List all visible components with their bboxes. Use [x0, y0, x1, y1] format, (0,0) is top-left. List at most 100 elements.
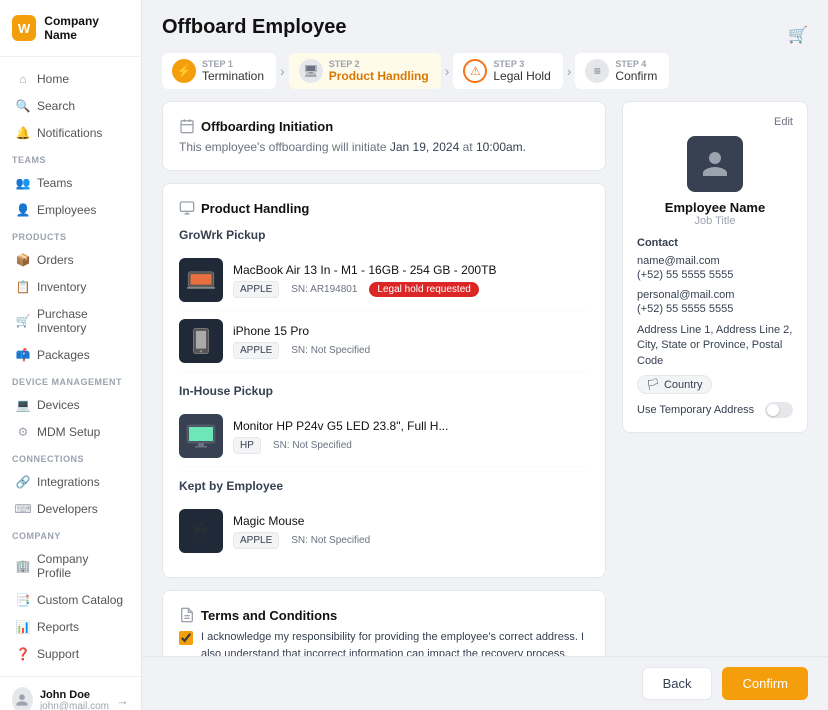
sidebar-item-label: Inventory	[37, 280, 86, 294]
sidebar-item-mdm-setup[interactable]: ⚙ MDM Setup	[4, 419, 137, 445]
secondary-phone: (+52) 55 5555 5555	[637, 303, 793, 315]
integrations-icon: 🔗	[16, 475, 30, 489]
sidebar-item-home[interactable]: ⌂ Home	[4, 66, 137, 92]
serial-tag: SN: Not Specified	[267, 438, 358, 453]
brand-tag-apple: APPLE	[233, 532, 279, 549]
flag-icon: 🏳	[646, 378, 660, 391]
sidebar-item-company-profile[interactable]: 🏢 Company Profile	[4, 546, 137, 586]
device-macbook-info: MacBook Air 13 In - M1 - 16GB - 254 GB -…	[233, 263, 589, 298]
teams-section-label: TEAMS	[0, 147, 141, 169]
kept-by-employee-title: Kept by Employee	[179, 479, 589, 493]
confirm-button[interactable]: Confirm	[722, 667, 808, 700]
offboarding-initiation-card: Offboarding Initiation This employee's o…	[162, 101, 606, 171]
step-termination-label: Termination	[202, 69, 264, 83]
sidebar-item-reports[interactable]: 📊 Reports	[4, 614, 137, 640]
serial-tag: SN: AR194801	[285, 282, 363, 297]
step-termination[interactable]: ⚡ STEP 1 Termination	[162, 53, 276, 89]
sidebar-item-employees[interactable]: 👤 Employees	[4, 197, 137, 223]
logout-icon[interactable]: →	[116, 693, 129, 708]
sidebar-item-label: Home	[37, 72, 69, 86]
step-legal-hold-label: Legal Hold	[493, 69, 550, 83]
step-termination-number: STEP 1	[202, 59, 264, 69]
sidebar-item-devices[interactable]: 💻 Devices	[4, 392, 137, 418]
iphone-image	[192, 327, 210, 355]
sidebar-item-developers[interactable]: ⌨ Developers	[4, 496, 137, 522]
bell-icon: 🔔	[16, 126, 30, 140]
edit-button[interactable]: Edit	[774, 116, 793, 128]
toggle-knob	[767, 404, 779, 416]
temp-address-row: Use Temporary Address	[637, 402, 793, 418]
product-handling-title: Product Handling	[179, 200, 589, 216]
sidebar-item-teams[interactable]: 👥 Teams	[4, 170, 137, 196]
sidebar-item-search[interactable]: 🔍 Search	[4, 93, 137, 119]
step-legal-hold-info: STEP 3 Legal Hold	[493, 59, 550, 83]
sidebar-item-custom-catalog[interactable]: 📑 Custom Catalog	[4, 587, 137, 613]
step-legal-hold[interactable]: ⚠ STEP 3 Legal Hold	[453, 53, 562, 89]
sidebar-item-label: Search	[37, 99, 75, 113]
terms-title: Terms and Conditions	[179, 607, 589, 623]
device-mouse-tags: APPLE SN: Not Specified	[233, 532, 589, 549]
device-mouse-info: Magic Mouse APPLE SN: Not Specified	[233, 514, 589, 549]
employee-avatar	[687, 136, 743, 192]
device-section-label: DEVICE MANAGEMENT	[0, 369, 141, 391]
device-iphone-info: iPhone 15 Pro APPLE SN: Not Specified	[233, 324, 589, 359]
mdm-icon: ⚙	[16, 425, 30, 439]
step-divider-2: ›	[445, 63, 450, 79]
step-confirm[interactable]: ≡ STEP 4 Confirm	[575, 53, 669, 89]
device-iphone-name: iPhone 15 Pro	[233, 324, 589, 338]
step-product-handling[interactable]: 🖥 STEP 2 Product Handling	[289, 53, 441, 89]
step-legal-hold-icon: ⚠	[463, 59, 487, 83]
main-content: Offboard Employee 🛒 ⚡ STEP 1 Termination…	[142, 0, 828, 710]
device-iphone-thumb	[179, 319, 223, 363]
terms-checkbox[interactable]	[179, 631, 193, 645]
employee-name: Employee Name	[637, 200, 793, 215]
cart-button[interactable]: 🛒	[788, 25, 808, 45]
catalog-icon: 📑	[16, 593, 30, 607]
main-panel: Offboarding Initiation This employee's o…	[162, 101, 606, 640]
device-mouse: 🖱 Magic Mouse APPLE SN: Not Specified	[179, 501, 589, 561]
primary-phone: (+52) 55 5555 5555	[637, 269, 793, 281]
device-macbook-thumb	[179, 258, 223, 302]
sidebar-item-label: Custom Catalog	[37, 593, 123, 607]
step-confirm-number: STEP 4	[615, 59, 657, 69]
products-section-label: PRODUCTS	[0, 224, 141, 246]
back-button[interactable]: Back	[642, 667, 713, 700]
step-product-handling-icon: 🖥	[299, 59, 323, 83]
connections-section-label: CONNECTIONS	[0, 446, 141, 468]
sidebar-item-notifications[interactable]: 🔔 Notifications	[4, 120, 137, 146]
contact-label: Contact	[637, 237, 793, 249]
content-area: Offboarding Initiation This employee's o…	[142, 101, 828, 656]
sidebar-item-packages[interactable]: 📫 Packages	[4, 342, 137, 368]
product-handling-card: Product Handling GroWrk Pickup MacBook	[162, 183, 606, 578]
step-confirm-label: Confirm	[615, 69, 657, 83]
sidebar-item-purchase-inventory[interactable]: 🛒 Purchase Inventory	[4, 301, 137, 341]
sidebar: W Company Name ⌂ Home 🔍 Search 🔔 Notific…	[0, 0, 142, 710]
device-monitor-tags: HP SN: Not Specified	[233, 437, 589, 454]
employee-address: Address Line 1, Address Line 2, City, St…	[637, 323, 793, 369]
device-monitor: Monitor HP P24v G5 LED 23.8", Full H... …	[179, 406, 589, 467]
employee-icon: 👤	[16, 203, 30, 217]
macbook-image	[187, 270, 215, 290]
sidebar-item-support[interactable]: ❓ Support	[4, 641, 137, 667]
sidebar-item-orders[interactable]: 📦 Orders	[4, 247, 137, 273]
temp-address-toggle[interactable]	[765, 402, 793, 418]
employee-job-title: Job Title	[637, 215, 793, 227]
company-icon: 🏢	[16, 559, 30, 573]
side-panel: Edit Employee Name Job Title Contact nam…	[622, 101, 808, 640]
sidebar-item-inventory[interactable]: 📋 Inventory	[4, 274, 137, 300]
step-divider-1: ›	[280, 63, 285, 79]
device-macbook-tags: APPLE SN: AR194801 Legal hold requested	[233, 281, 589, 298]
developers-icon: ⌨	[16, 502, 30, 516]
step-confirm-icon: ≡	[585, 59, 609, 83]
growrk-pickup-title: GroWrk Pickup	[179, 228, 589, 242]
sidebar-item-label: Support	[37, 647, 79, 661]
initiation-text: This employee's offboarding will initiat…	[179, 140, 589, 154]
packages-icon: 📫	[16, 348, 30, 362]
in-house-pickup-title: In-House Pickup	[179, 384, 589, 398]
step-product-handling-label: Product Handling	[329, 69, 429, 83]
contact-email-1: name@mail.com (+52) 55 5555 5555	[637, 255, 793, 281]
device-iphone: iPhone 15 Pro APPLE SN: Not Specified	[179, 311, 589, 372]
sidebar-item-integrations[interactable]: 🔗 Integrations	[4, 469, 137, 495]
monitor-image	[186, 424, 216, 448]
company-name: Company Name	[44, 14, 129, 42]
